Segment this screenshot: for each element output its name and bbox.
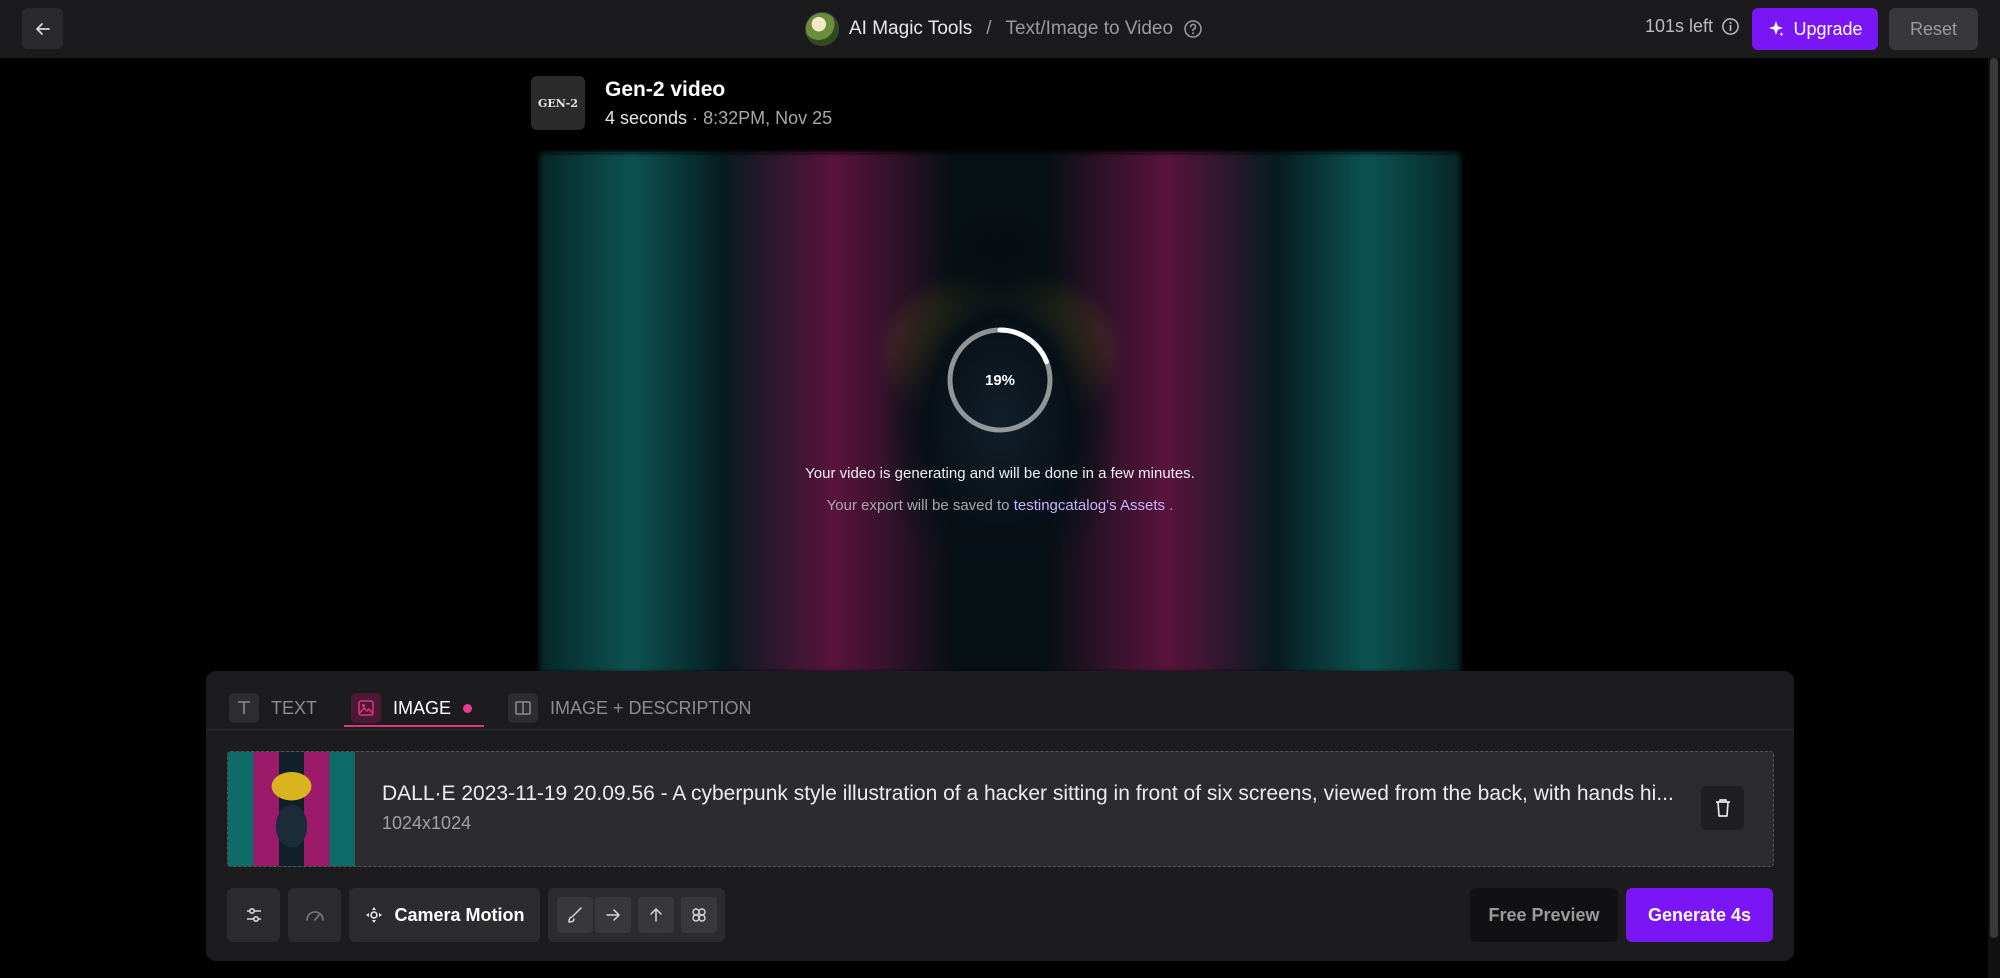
scrollbar-thumb[interactable]	[1990, 58, 1998, 938]
asset-timestamp: 8:32PM, Nov 25	[703, 108, 833, 128]
tab-text[interactable]: TEXT	[229, 686, 317, 730]
asset-duration: 4 seconds	[605, 108, 688, 128]
breadcrumb-page-name: Text/Image to Video	[1005, 18, 1174, 39]
export-end: .	[1169, 497, 1174, 514]
breadcrumb: AI Magic Tools / Text/Image to Video	[805, 12, 1203, 46]
tab-text-label: TEXT	[271, 697, 318, 718]
active-tab-indicator	[344, 725, 484, 727]
arrow-right-icon	[606, 909, 621, 921]
arrow-up-icon	[650, 907, 662, 922]
export-note: Your export will be saved to testingcata…	[540, 497, 1460, 514]
credits-remaining: 101s left	[1645, 16, 1740, 37]
upgrade-button[interactable]: Upgrade	[1752, 8, 1878, 50]
asset-meta: 4 seconds · 8:32PM, Nov 25	[605, 108, 832, 129]
generation-status-message: Your video is generating and will be don…	[805, 465, 1195, 482]
trash-icon	[1715, 799, 1730, 817]
styles-button[interactable]	[681, 897, 717, 933]
uploaded-image-card	[227, 751, 1774, 867]
split-layout-icon	[508, 693, 538, 723]
export-user: testingcatalog	[1013, 497, 1107, 514]
sparkle-icon	[1769, 21, 1785, 37]
info-icon[interactable]	[1721, 17, 1740, 36]
uploaded-image-dimensions: 1024x1024	[382, 813, 472, 833]
tab-image[interactable]: IMAGE	[351, 686, 473, 730]
sliders-icon	[246, 907, 261, 923]
delete-image-button[interactable]	[1701, 786, 1744, 830]
asset-thumbnail: GEN-2	[531, 76, 585, 130]
brush-icon	[568, 907, 582, 923]
asset-title: Gen-2 video	[605, 78, 726, 101]
breadcrumb-app-name[interactable]: AI Magic Tools	[849, 18, 972, 40]
generate-label: Generate 4s	[1647, 904, 1752, 925]
active-dot-icon	[463, 703, 473, 713]
back-button[interactable]	[22, 8, 63, 49]
grid-circles-icon	[692, 908, 706, 922]
tab-image-description[interactable]: IMAGE + DESCRIPTION	[508, 686, 752, 730]
settings-button[interactable]	[227, 888, 280, 942]
image-icon	[351, 693, 381, 723]
asset-meta-dot: ·	[692, 108, 699, 128]
asset-thumbnail-label: GEN-2	[537, 96, 579, 110]
avatar[interactable]	[805, 12, 839, 46]
export-assets-link[interactable]: testingcatalog's Assets	[1014, 497, 1165, 514]
camera-motion-button[interactable]: Camera Motion	[349, 888, 540, 942]
credits-label: 101s left	[1645, 16, 1714, 36]
export-suffix: 's Assets	[1106, 497, 1165, 514]
camera-motion-icon	[366, 907, 383, 923]
free-preview-button[interactable]: Free Preview	[1470, 888, 1618, 942]
uploaded-image-name: DALL·E 2023-11-19 20.09.56 - A cyberpunk…	[382, 782, 1674, 805]
reset-button[interactable]: Reset	[1889, 8, 1978, 50]
upgrade-label: Upgrade	[1793, 18, 1863, 39]
motion-brush-button[interactable]	[557, 897, 593, 933]
arrow-left-icon	[35, 22, 50, 35]
gauge-icon	[305, 911, 324, 921]
reset-label: Reset	[1909, 18, 1958, 39]
uploaded-image-thumbnail	[228, 752, 355, 866]
export-prefix: Your export will be saved to	[826, 497, 1010, 514]
camera-motion-label: Camera Motion	[394, 904, 525, 925]
tab-image-description-label: IMAGE + DESCRIPTION	[550, 697, 752, 718]
tab-image-label: IMAGE	[393, 697, 452, 718]
progress-percent: 19%	[984, 371, 1016, 389]
free-preview-label: Free Preview	[1488, 904, 1600, 925]
generate-button[interactable]: Generate 4s	[1626, 888, 1773, 942]
help-circle-icon[interactable]	[1183, 19, 1203, 39]
horizontal-pan-button[interactable]	[595, 897, 631, 933]
breadcrumb-separator: /	[986, 18, 992, 39]
vertical-pan-button[interactable]	[638, 897, 674, 933]
motion-speed-button[interactable]	[288, 888, 341, 942]
text-icon	[229, 693, 259, 723]
